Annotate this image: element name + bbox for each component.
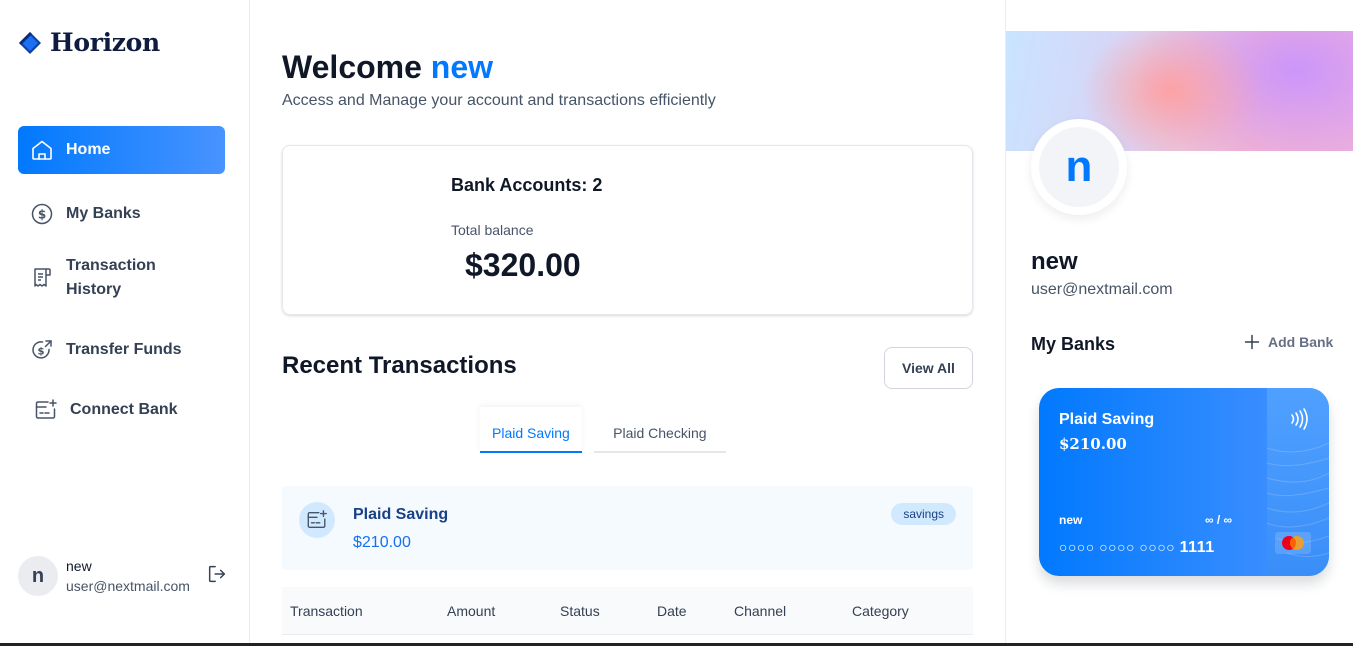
tab-plaid-checking[interactable]: Plaid Checking [593, 407, 726, 453]
sidebar-item-label: Transfer Funds [66, 341, 182, 358]
welcome-prefix: Welcome [282, 49, 422, 85]
sidebar-item-transfer-funds[interactable]: $ Transfer Funds [18, 326, 225, 374]
profile-name: new [1031, 248, 1078, 275]
main-content: Welcome new Access and Manage your accou… [250, 0, 1005, 646]
total-balance-card: Bank Accounts: 2 Total balance $320.00 [282, 145, 973, 315]
total-balance-value: $320.00 [465, 247, 581, 283]
bank-account-balance: $210.00 [353, 534, 411, 551]
sidebar: Horizon Home $ My Banks Transaction Hist… [0, 0, 250, 646]
transactions-table-header: Transaction Amount Status Date Channel C… [282, 587, 973, 635]
card-balance: $210.00 [1059, 435, 1127, 453]
app: Horizon Home $ My Banks Transaction Hist… [0, 0, 1353, 646]
column-header-amount: Amount [447, 603, 496, 619]
contactless-icon [1291, 408, 1308, 430]
sidebar-item-transaction-history[interactable]: Transaction History [18, 246, 225, 310]
column-header-category: Category [852, 603, 909, 619]
welcome-name: new [430, 49, 494, 85]
money-send-icon: $ [32, 340, 52, 359]
account-type-badge: savings [891, 503, 956, 525]
dollar-circle-icon: $ [31, 203, 53, 225]
sidebar-item-connect-bank[interactable]: Connect Bank [18, 386, 225, 434]
column-header-date: Date [657, 603, 687, 619]
total-balance-label: Total balance [451, 222, 534, 238]
add-bank-button[interactable]: Add Bank [1244, 334, 1333, 350]
bank-info-row[interactable]: Plaid Saving $210.00 savings [282, 486, 973, 570]
profile-avatar-initial: n [1039, 127, 1119, 207]
logo[interactable]: Horizon [18, 28, 160, 57]
card-holder-name: new [1059, 513, 1083, 527]
sidebar-item-label: Connect Bank [70, 401, 178, 418]
sidebar-item-home[interactable]: Home [18, 126, 225, 174]
view-all-button[interactable]: View All [884, 347, 973, 389]
sidebar-item-my-banks[interactable]: $ My Banks [18, 190, 225, 238]
card-expiry: ∞ / ∞ [1205, 513, 1233, 527]
card-number: ○○○○ ○○○○ ○○○○ 1111 [1059, 539, 1215, 557]
tab-plaid-saving[interactable]: Plaid Saving [480, 407, 582, 453]
sidebar-user-name: new [66, 558, 92, 574]
profile-avatar: n [1031, 119, 1127, 215]
receipt-icon [34, 268, 51, 287]
sidebar-item-label: Home [66, 141, 111, 158]
profile-email: user@nextmail.com [1031, 281, 1173, 298]
column-header-transaction: Transaction [290, 603, 363, 619]
bank-accounts-count: Bank Accounts: 2 [451, 175, 603, 195]
bank-card[interactable]: Plaid Saving $210.00 new ∞ / ∞ ○○○○ ○○○○… [1039, 388, 1329, 576]
page-subtitle: Access and Manage your account and trans… [282, 92, 716, 109]
sidebar-user-email: user@nextmail.com [66, 578, 190, 594]
sidebar-nav: Home $ My Banks Transaction History $ Tr… [18, 126, 225, 434]
right-sidebar: n new user@nextmail.com My Banks Add Ban… [1005, 0, 1353, 646]
my-banks-title: My Banks [1031, 334, 1116, 354]
bank-tabs: Plaid Saving Plaid Checking [480, 407, 726, 453]
column-header-status: Status [560, 603, 600, 619]
sidebar-item-label: Transaction History [66, 257, 156, 298]
column-header-channel: Channel [734, 603, 787, 619]
avatar: n [18, 556, 58, 596]
svg-text:$: $ [38, 208, 46, 222]
card-add-icon [35, 399, 57, 419]
sidebar-item-label: My Banks [66, 205, 141, 222]
recent-transactions-title: Recent Transactions [282, 352, 517, 379]
svg-text:$: $ [38, 347, 45, 358]
card-number-masked: ○○○○ ○○○○ ○○○○ [1059, 539, 1176, 555]
sidebar-user-info: new user@nextmail.com [66, 556, 198, 596]
bank-account-name: Plaid Saving [353, 506, 449, 523]
plus-icon [1244, 334, 1260, 350]
page-title: Welcome new [282, 48, 493, 86]
mastercard-icon [1275, 532, 1311, 554]
brand-name: Horizon [50, 28, 160, 57]
card-number-last4: 1111 [1179, 539, 1215, 556]
sidebar-user: n new user@nextmail.com [18, 556, 228, 596]
card-bank-name: Plaid Saving [1059, 411, 1155, 428]
horizon-logo-icon [19, 31, 41, 54]
bank-account-icon-wrapper [299, 502, 335, 538]
logout-icon[interactable] [206, 563, 228, 585]
card-add-icon [307, 510, 327, 529]
home-icon [32, 140, 52, 160]
add-bank-label: Add Bank [1268, 334, 1334, 350]
